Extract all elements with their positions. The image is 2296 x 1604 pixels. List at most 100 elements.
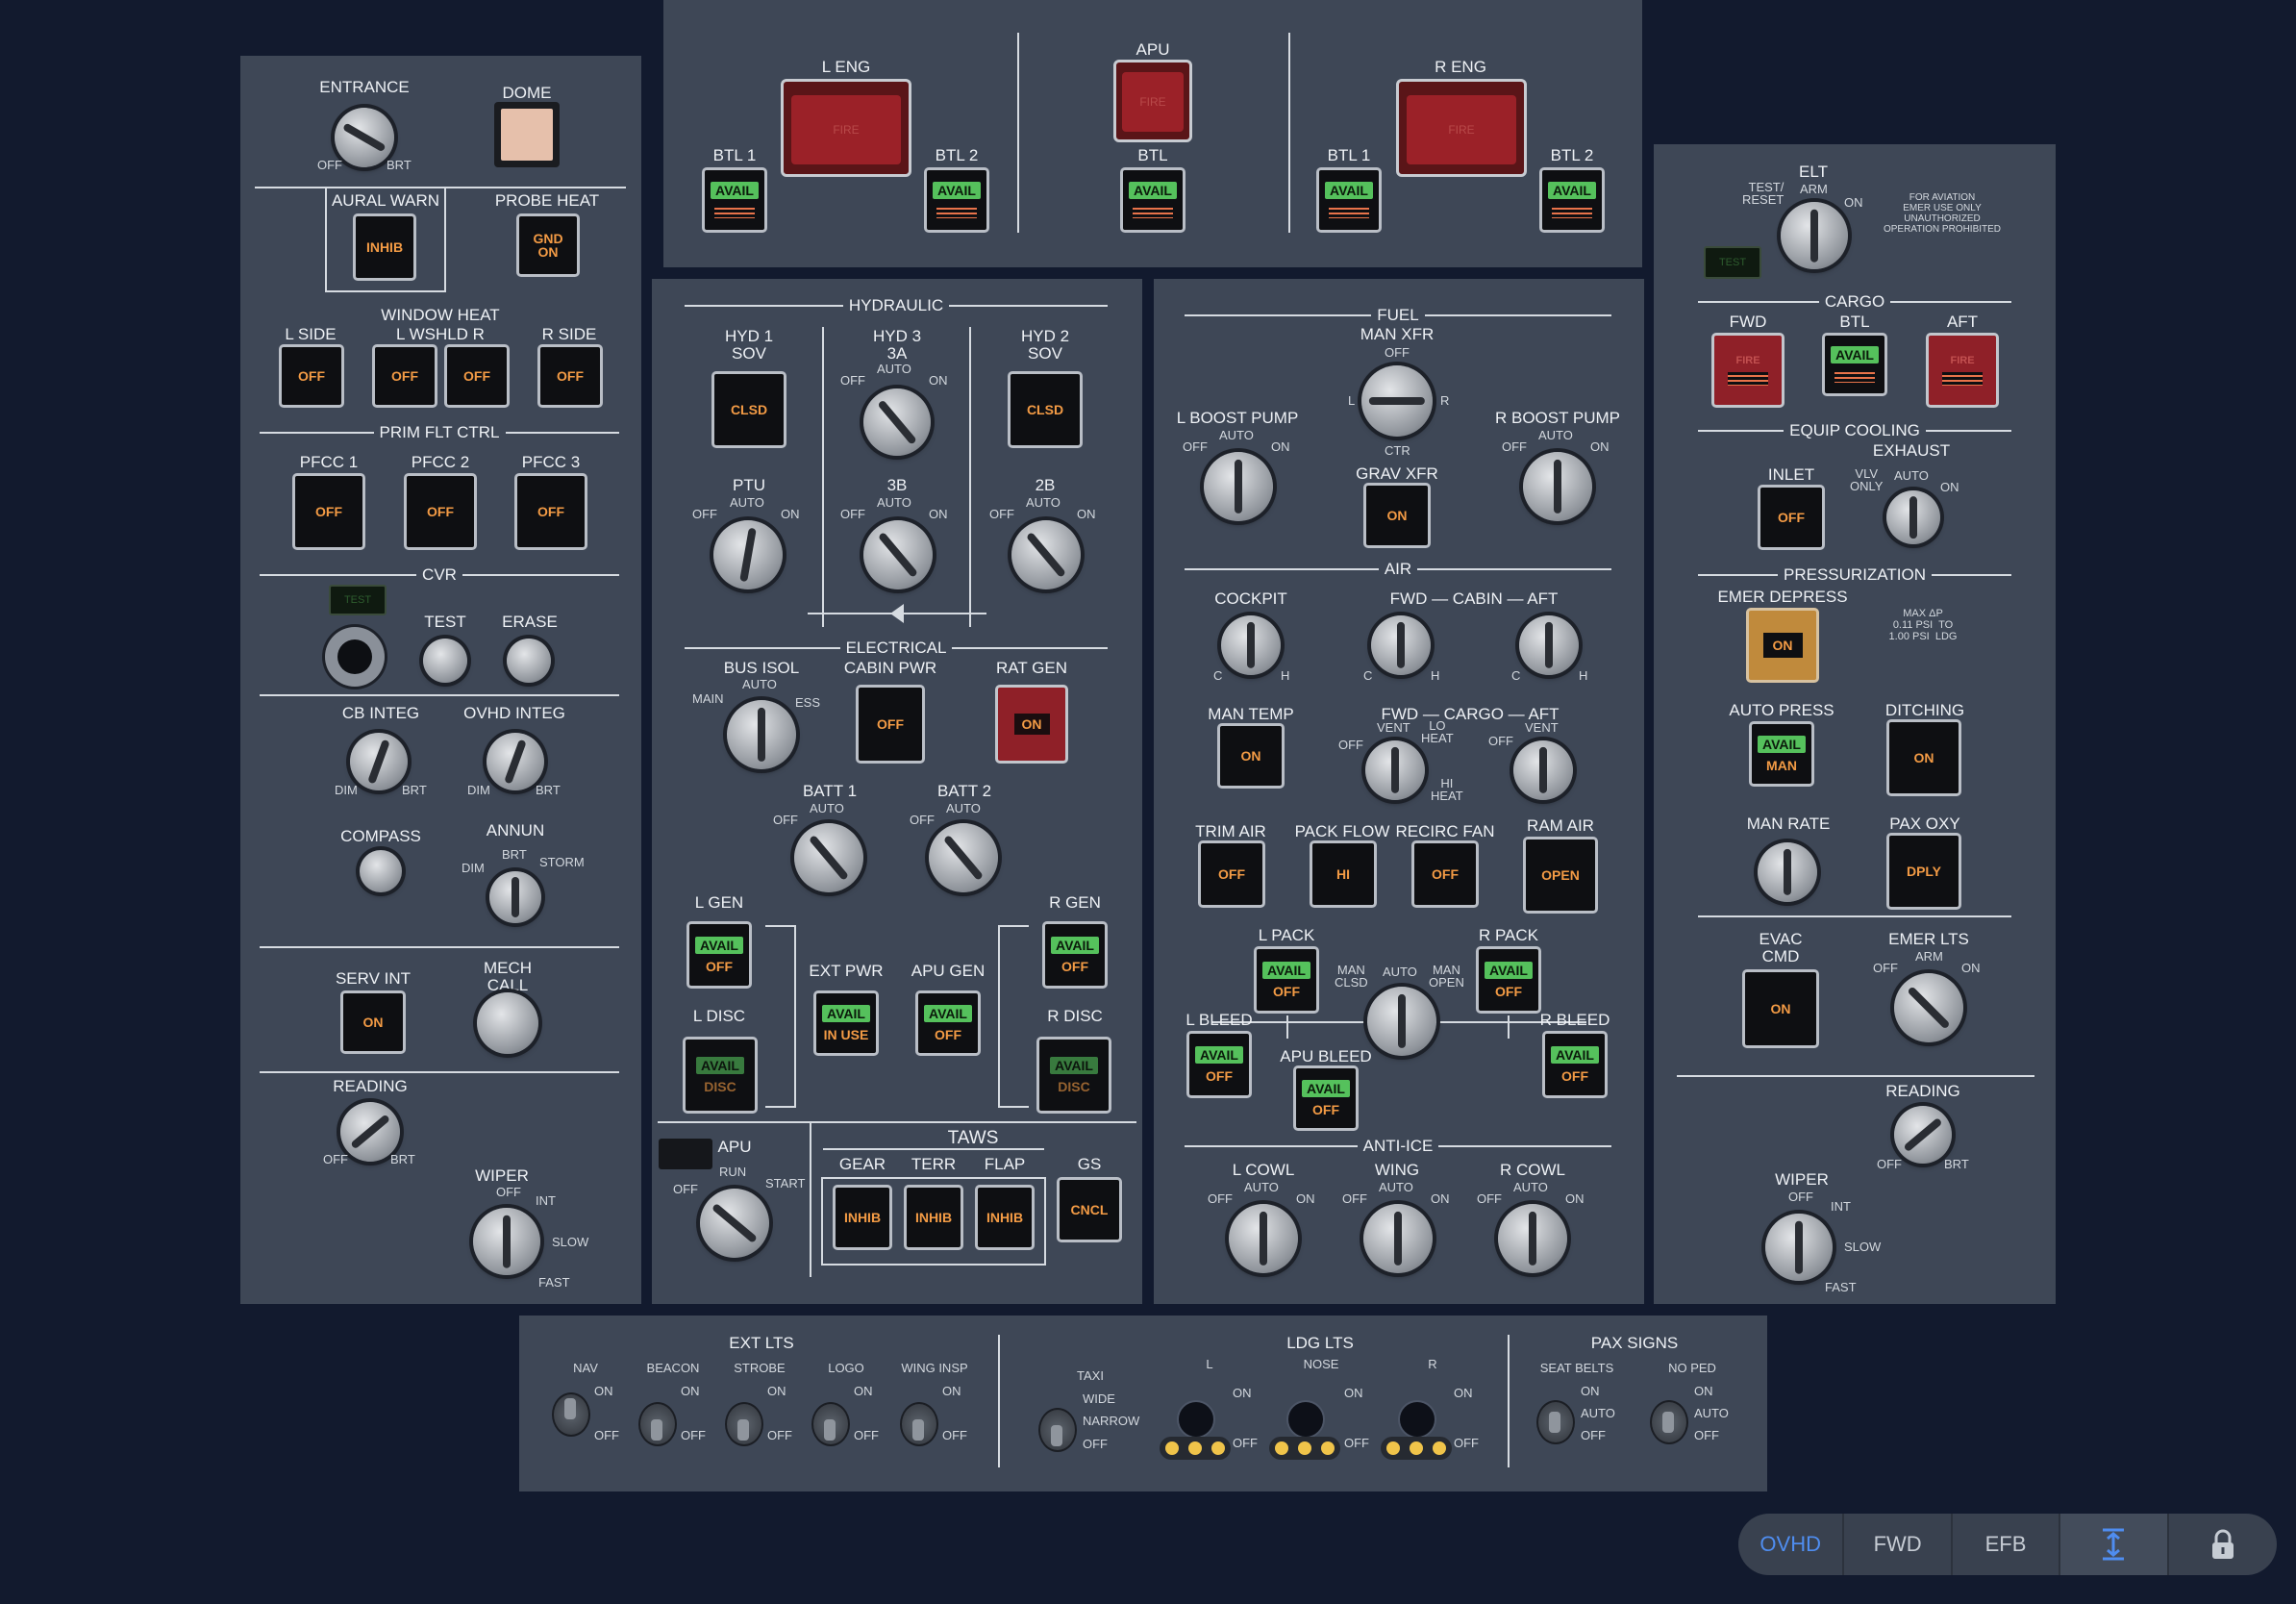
l-disc-button[interactable]: AVAIL DISC [683, 1037, 758, 1114]
r-gen-button[interactable]: AVAIL OFF [1042, 921, 1108, 989]
cargo-aft-fire-button[interactable]: FIRE [1926, 333, 1999, 408]
pfcc1-button[interactable]: OFF [292, 473, 365, 550]
wiper-knob-right[interactable] [1765, 1214, 1833, 1281]
wing-anti-ice-knob[interactable] [1363, 1204, 1433, 1273]
apu-btl-button[interactable]: AVAIL [1120, 167, 1185, 233]
r-disc-button[interactable]: AVAIL DISC [1036, 1037, 1111, 1114]
exhaust-knob[interactable] [1886, 490, 1940, 544]
probe-heat-button[interactable]: GND ON [516, 213, 580, 277]
apu-fire-handle[interactable]: FIRE [1113, 60, 1192, 142]
r-eng-fire-handle[interactable]: FIRE [1396, 79, 1527, 177]
cargo-btl-button[interactable]: AVAIL [1822, 333, 1887, 396]
no-ped-switch[interactable] [1650, 1400, 1688, 1444]
man-xfr-knob[interactable] [1361, 365, 1433, 437]
hyd1-sov-button[interactable]: CLSD [711, 371, 786, 448]
r-bleed-button[interactable]: AVAIL OFF [1542, 1031, 1608, 1098]
tab-ovhd[interactable]: OVHD [1738, 1514, 1845, 1575]
reading-light-knob-right[interactable] [1894, 1106, 1952, 1164]
ext-pwr-button[interactable]: AVAIL IN USE [813, 990, 879, 1056]
cb-integ-knob[interactable] [350, 733, 408, 790]
ldg-nose-switch[interactable] [1269, 1400, 1340, 1462]
inlet-button[interactable]: OFF [1758, 485, 1825, 550]
pack-flow-button[interactable]: HI [1310, 840, 1377, 908]
hyd2b-knob[interactable] [1011, 520, 1081, 589]
taws-gs-cncl-button[interactable]: CNCL [1057, 1177, 1122, 1242]
emer-depress-button[interactable]: ON [1746, 608, 1819, 683]
l-side-window-heat-button[interactable]: OFF [279, 344, 344, 408]
rat-gen-button[interactable]: ON [995, 685, 1068, 764]
auto-press-button[interactable]: AVAIL MAN [1749, 721, 1814, 787]
l-pack-button[interactable]: AVAIL OFF [1254, 946, 1319, 1014]
aft-cargo-temp-knob[interactable] [1513, 740, 1573, 800]
pax-oxy-button[interactable]: DPLY [1886, 833, 1961, 910]
r-pack-button[interactable]: AVAIL OFF [1476, 946, 1541, 1014]
r-wshld-heat-button[interactable]: OFF [444, 344, 510, 408]
grav-xfr-button[interactable]: ON [1363, 483, 1431, 548]
pfcc2-button[interactable]: OFF [404, 473, 477, 550]
strobe-switch[interactable] [725, 1402, 763, 1446]
l-bleed-button[interactable]: AVAIL OFF [1186, 1031, 1252, 1098]
mech-call-button[interactable] [477, 992, 538, 1054]
seat-belts-switch[interactable] [1536, 1400, 1575, 1444]
apu-bleed-button[interactable]: AVAIL OFF [1293, 1065, 1359, 1131]
batt1-knob[interactable] [794, 823, 863, 892]
emer-lts-knob[interactable] [1894, 973, 1963, 1042]
cabin-pwr-button[interactable]: OFF [856, 685, 925, 764]
man-temp-button[interactable]: ON [1217, 723, 1285, 789]
l-wshld-heat-button[interactable]: OFF [372, 344, 437, 408]
taxi-light-switch[interactable] [1038, 1408, 1077, 1452]
r-eng-btl2-button[interactable]: AVAIL [1539, 167, 1605, 233]
hyd3b-knob[interactable] [863, 520, 933, 589]
r-eng-btl1-button[interactable]: AVAIL [1316, 167, 1382, 233]
ptu-knob[interactable] [713, 520, 783, 589]
l-gen-button[interactable]: AVAIL OFF [686, 921, 752, 989]
aft-cabin-temp-knob[interactable] [1519, 615, 1579, 675]
tab-fwd[interactable]: FWD [1844, 1514, 1953, 1575]
logo-switch[interactable] [811, 1402, 850, 1446]
cargo-fwd-fire-button[interactable]: FIRE [1711, 333, 1784, 408]
l-eng-fire-handle[interactable]: FIRE [781, 79, 911, 177]
x-bleed-knob[interactable] [1367, 987, 1436, 1056]
cvr-test-button[interactable] [423, 639, 467, 683]
fwd-cargo-temp-knob[interactable] [1365, 740, 1425, 800]
serv-int-button[interactable]: ON [340, 990, 406, 1054]
l-eng-btl1-button[interactable]: AVAIL [702, 167, 767, 233]
hyd3a-knob[interactable] [863, 388, 931, 456]
wiper-knob[interactable] [473, 1208, 540, 1275]
cvr-headset-jack[interactable] [325, 627, 385, 687]
ditching-button[interactable]: ON [1886, 719, 1961, 796]
trim-air-button[interactable]: OFF [1198, 840, 1265, 908]
cockpit-temp-knob[interactable] [1221, 615, 1281, 675]
apu-knob[interactable] [700, 1189, 769, 1258]
ovhd-integ-knob[interactable] [487, 733, 544, 790]
annun-knob[interactable] [489, 871, 541, 923]
ldg-r-switch[interactable] [1381, 1400, 1452, 1462]
nav-lights-switch[interactable] [552, 1392, 590, 1437]
ram-air-button[interactable]: OPEN [1523, 837, 1598, 914]
r-cowl-knob[interactable] [1498, 1204, 1567, 1273]
tab-efb[interactable]: EFB [1953, 1514, 2061, 1575]
compass-light-button[interactable] [360, 850, 402, 892]
evac-cmd-button[interactable]: ON [1742, 969, 1819, 1048]
hyd2-sov-button[interactable]: CLSD [1008, 371, 1083, 448]
taws-gear-inhib-button[interactable]: INHIB [833, 1185, 892, 1250]
r-boost-pump-knob[interactable] [1523, 452, 1592, 521]
elt-knob[interactable] [1781, 202, 1848, 269]
man-rate-knob[interactable] [1758, 842, 1817, 902]
lock-button[interactable] [2169, 1514, 2277, 1575]
bus-isol-knob[interactable] [727, 700, 796, 769]
fwd-cabin-temp-knob[interactable] [1371, 615, 1431, 675]
r-side-window-heat-button[interactable]: OFF [537, 344, 603, 408]
l-eng-btl2-button[interactable]: AVAIL [924, 167, 989, 233]
ldg-l-switch[interactable] [1160, 1400, 1231, 1462]
cvr-erase-button[interactable] [507, 639, 551, 683]
pfcc3-button[interactable]: OFF [514, 473, 587, 550]
height-adjust-button[interactable] [2060, 1514, 2169, 1575]
taws-terr-inhib-button[interactable]: INHIB [904, 1185, 963, 1250]
recirc-fan-button[interactable]: OFF [1411, 840, 1479, 908]
apu-gen-button[interactable]: AVAIL OFF [915, 990, 981, 1056]
entrance-light-knob[interactable] [335, 108, 394, 167]
batt2-knob[interactable] [929, 823, 998, 892]
l-boost-pump-knob[interactable] [1204, 452, 1273, 521]
l-cowl-knob[interactable] [1229, 1204, 1298, 1273]
